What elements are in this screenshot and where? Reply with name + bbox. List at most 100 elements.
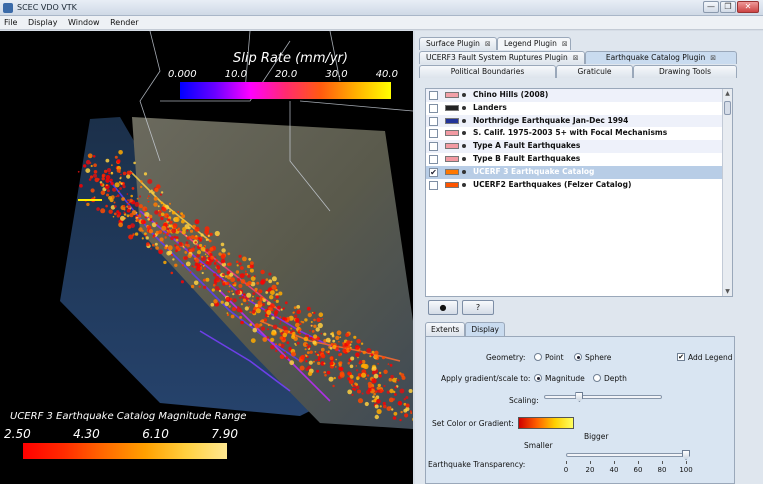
catalog-row[interactable]: Type A Fault Earthquakes <box>426 140 732 153</box>
catalog-color-swatch[interactable] <box>445 181 459 188</box>
close-tab-icon[interactable]: ⊠ <box>710 54 716 62</box>
close-tab-icon[interactable]: ⊠ <box>573 54 579 62</box>
smaller-label: Smaller <box>524 441 553 450</box>
maximize-button[interactable]: ❐ <box>720 1 736 13</box>
magnitude-color-bar <box>23 443 227 459</box>
tab-surface-plugin[interactable]: Surface Plugin ⊠ <box>419 37 497 50</box>
catalog-color-swatch[interactable] <box>445 130 459 137</box>
catalog-row[interactable]: UCERF2 Earthquakes (Felzer Catalog) <box>426 179 732 192</box>
catalog-point-icon <box>462 169 466 174</box>
slip-tick: 20.0 <box>275 69 298 80</box>
close-button[interactable]: ✕ <box>737 1 759 13</box>
catalog-checkbox[interactable] <box>429 103 438 113</box>
catalog-label: Type B Fault Earthquakes <box>473 153 581 163</box>
catalog-checkbox[interactable] <box>429 142 438 152</box>
gradient-magnitude-radio[interactable] <box>534 374 542 382</box>
slip-rate-color-bar <box>180 82 391 99</box>
transparency-tick <box>686 461 687 464</box>
transparency-slider-thumb[interactable] <box>682 450 690 460</box>
3d-viewport[interactable]: Slip Rate (mm/yr) 0.000 10.0 20.0 30.0 4… <box>0 31 413 484</box>
catalog-list[interactable]: Chino Hills (2008) Landers Northridge Eart… <box>425 88 733 297</box>
globe-button[interactable]: ● <box>428 300 458 315</box>
catalog-label: Northridge Earthquake Jan-Dec 1994 <box>473 115 629 125</box>
magnitude-ticks: 2.50 4.30 6.10 7.90 <box>4 427 238 441</box>
menu-window[interactable]: Window <box>64 16 104 29</box>
geometry-point-radio[interactable] <box>534 353 542 361</box>
catalog-color-swatch[interactable] <box>445 143 459 150</box>
mag-tick: 4.30 <box>73 427 100 441</box>
transparency-tick-label: 100 <box>679 466 693 474</box>
catalog-point-icon <box>462 182 466 187</box>
catalog-point-icon <box>462 131 466 136</box>
catalog-label: S. Calif. 1975-2003 5+ with Focal Mechan… <box>473 128 668 138</box>
catalog-color-swatch[interactable] <box>445 104 459 111</box>
transparency-tick-label: 80 <box>657 466 667 474</box>
display-settings-panel: Geometry: Point Sphere ✔ Add Legend Appl… <box>425 336 735 484</box>
tab-graticule[interactable]: Graticule <box>556 65 633 78</box>
close-tab-icon[interactable]: ⊠ <box>485 40 491 48</box>
transparency-slider[interactable] <box>566 453 686 457</box>
minimize-button[interactable]: — <box>703 1 719 13</box>
globe-icon: ● <box>439 303 447 312</box>
magnitude-legend-title: UCERF 3 Earthquake Catalog Magnitude Ran… <box>10 411 247 422</box>
catalog-row[interactable]: Chino Hills (2008) <box>426 89 732 102</box>
geometry-sphere-label: Sphere <box>585 353 612 362</box>
menu-display[interactable]: Display <box>24 16 62 29</box>
tab-display[interactable]: Display <box>465 322 505 336</box>
catalog-checkbox[interactable] <box>429 154 438 164</box>
slip-rate-ticks: 0.000 10.0 20.0 30.0 40.0 <box>168 69 398 80</box>
color-gradient-picker[interactable] <box>518 417 574 429</box>
catalog-label: UCERF2 Earthquakes (Felzer Catalog) <box>473 179 632 189</box>
catalog-row[interactable]: Northridge Earthquake Jan-Dec 1994 <box>426 114 732 128</box>
transparency-tick-label: 0 <box>563 466 569 474</box>
tab-extents[interactable]: Extents <box>425 322 466 336</box>
catalog-row[interactable]: Type B Fault Earthquakes <box>426 153 732 166</box>
catalog-point-icon <box>462 156 466 161</box>
scroll-down-icon[interactable]: ▼ <box>723 287 732 296</box>
scroll-thumb[interactable] <box>724 101 731 115</box>
transparency-tick <box>614 461 615 464</box>
catalog-list-scrollbar[interactable]: ▲ ▼ <box>722 89 732 296</box>
catalog-color-swatch[interactable] <box>445 168 459 175</box>
tab-ucerf3-fault-plugin[interactable]: UCERF3 Fault System Ruptures Plugin ⊠ <box>419 51 585 64</box>
catalog-point-icon <box>462 118 466 123</box>
gradient-depth-radio[interactable] <box>593 374 601 382</box>
geometry-label: Geometry: <box>486 353 526 362</box>
catalog-color-swatch[interactable] <box>445 155 459 162</box>
slip-tick: 0.000 <box>168 69 197 80</box>
tab-drawing-tools[interactable]: Drawing Tools <box>633 65 737 78</box>
add-legend-checkbox[interactable]: ✔ <box>677 353 685 361</box>
geometry-sphere-radio[interactable] <box>574 353 582 361</box>
tab-legend-plugin[interactable]: Legend Plugin ⊠ <box>497 37 571 50</box>
transparency-tick <box>566 461 567 464</box>
scroll-up-icon[interactable]: ▲ <box>723 89 732 98</box>
catalog-row[interactable]: Landers <box>426 102 732 115</box>
geometry-point-label: Point <box>545 353 564 362</box>
catalog-checkbox[interactable] <box>429 129 438 139</box>
close-tab-icon[interactable]: ⊠ <box>562 40 568 48</box>
menu-render[interactable]: Render <box>106 16 142 29</box>
scaling-label: Scaling: <box>509 396 539 405</box>
catalog-row[interactable]: S. Calif. 1975-2003 5+ with Focal Mechan… <box>426 127 732 140</box>
mag-tick: 6.10 <box>142 427 169 441</box>
tab-earthquake-catalog-plugin[interactable]: Earthquake Catalog Plugin ⊠ <box>585 51 737 64</box>
bigger-label: Bigger <box>584 432 609 441</box>
scaling-slider-thumb[interactable] <box>575 392 584 402</box>
catalog-checkbox[interactable] <box>429 116 438 126</box>
title-bar: SCEC VDO VTK — ❐ ✕ <box>0 0 763 16</box>
catalog-checkbox[interactable] <box>429 180 438 190</box>
color-gradient-label: Set Color or Gradient: <box>432 419 514 428</box>
scaling-slider[interactable] <box>544 395 662 399</box>
catalog-checkbox[interactable]: ✔ <box>429 167 438 177</box>
catalog-color-swatch[interactable] <box>445 117 459 124</box>
app-icon <box>3 3 13 13</box>
help-button[interactable]: ? <box>462 300 494 315</box>
catalog-checkbox[interactable] <box>429 91 438 100</box>
catalog-row[interactable]: ✔ UCERF 3 Earthquake Catalog <box>426 165 732 179</box>
menu-file[interactable]: File <box>0 16 21 29</box>
transparency-label: Earthquake Transparency: <box>428 460 526 469</box>
tab-label: UCERF3 Fault System Ruptures Plugin <box>426 53 568 62</box>
tab-political-boundaries[interactable]: Political Boundaries <box>419 65 556 78</box>
transparency-tick <box>638 461 639 464</box>
catalog-color-swatch[interactable] <box>445 92 459 98</box>
